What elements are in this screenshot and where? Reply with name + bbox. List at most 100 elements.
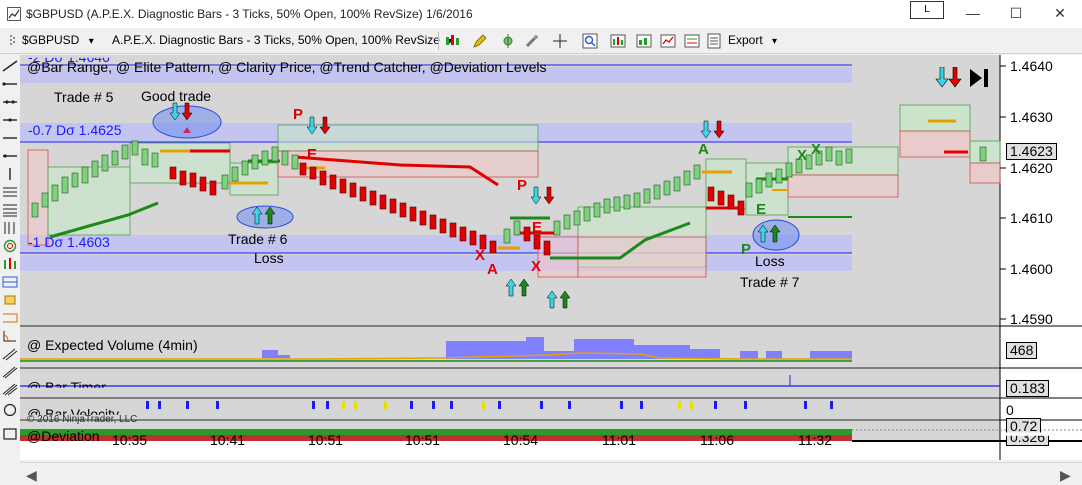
down-bar (299, 162, 307, 176)
chevron-down-icon: ▾ (88, 36, 94, 47)
gann-fan-icon[interactable] (2, 293, 18, 307)
magnet-icon[interactable] (524, 33, 540, 49)
andrews-icon[interactable] (2, 311, 18, 325)
chart-trader-icon[interactable] (684, 33, 700, 49)
up-bar (693, 164, 701, 180)
chart-nav-controls[interactable] (934, 67, 994, 91)
bar-style-icon[interactable] (444, 33, 460, 49)
vertical-line-icon[interactable] (2, 167, 18, 181)
time-axis-label: 11:01 (602, 432, 636, 448)
parallel-lines-icon[interactable] (2, 365, 18, 379)
velocity-bar (354, 401, 357, 409)
export-menu[interactable]: Export ▾ (728, 33, 777, 47)
signal-e: E (532, 219, 543, 236)
strategies-icon[interactable] (660, 33, 676, 49)
indicators-icon[interactable] (636, 33, 652, 49)
price-axis-label: 1.4590 (1010, 311, 1053, 327)
up-bar (261, 150, 269, 166)
down-bar (349, 182, 357, 198)
time-axis-label: 10:35 (112, 432, 148, 448)
signal-p: P (293, 106, 304, 123)
down-bar (419, 210, 427, 226)
window-title: $GBPUSD (A.P.E.X. Diagnostic Bars - 3 Ti… (26, 7, 473, 21)
down-bar (727, 194, 735, 210)
ellipse-tool-icon[interactable] (2, 403, 18, 417)
data-box-icon[interactable] (610, 33, 626, 49)
up-bar (31, 202, 39, 218)
velocity-bar (216, 401, 219, 409)
chart-panel[interactable]: @Bar Range, @ Elite Pattern, @ Clarity P… (20, 55, 1082, 460)
velocity-bar (342, 401, 345, 409)
up-bar (613, 196, 621, 212)
trade7-label: Trade # 7 (740, 274, 800, 290)
pencil-icon[interactable] (472, 33, 488, 49)
arrow-line-icon[interactable] (2, 113, 18, 127)
bar-type-selector[interactable]: A.P.E.X. Diagnostic Bars - 3 Ticks, 50% … (112, 33, 452, 47)
velocity-bar (690, 401, 693, 409)
signal-p: P (741, 241, 752, 258)
down-bar (169, 166, 177, 180)
fib-time-icon[interactable] (2, 221, 18, 235)
up-bar (241, 160, 249, 176)
properties-icon[interactable] (706, 33, 722, 49)
velocity-bar (326, 401, 329, 409)
down-bar (199, 176, 207, 192)
up-bar (563, 214, 571, 230)
angle-tool-icon[interactable] (2, 329, 18, 343)
risk-reward-icon[interactable] (2, 382, 18, 396)
trend-channel-icon[interactable] (2, 347, 18, 361)
deviation-pane-title: @Deviation (27, 428, 100, 444)
up-bar (281, 150, 289, 166)
good-trade-label: Good trade (141, 88, 212, 104)
regression-channel-icon[interactable] (2, 275, 18, 289)
extended-line-icon[interactable] (2, 95, 18, 109)
scroll-right-icon[interactable]: ▶ (1060, 467, 1071, 484)
up-bar (151, 152, 159, 168)
velocity-bar (678, 401, 681, 409)
pitchfork-icon[interactable] (2, 257, 18, 271)
crosshair-pin-icon[interactable] (500, 33, 516, 49)
horizontal-scrollbar[interactable]: ◀ ▶ (20, 462, 1082, 485)
up-bar (825, 146, 833, 162)
down-bar (439, 218, 447, 234)
up-bar (573, 210, 581, 226)
fib-circle-icon[interactable] (2, 239, 18, 253)
minimize-button[interactable]: — (962, 4, 984, 22)
chart-window: $GBPUSD (A.P.E.X. Diagnostic Bars - 3 Ti… (0, 0, 1082, 485)
up-bar (979, 146, 987, 162)
up-bar (251, 154, 259, 170)
up-bar (835, 150, 843, 166)
velocity-bar (620, 401, 623, 409)
price-chart-canvas[interactable] (20, 55, 1082, 460)
velocity-bar (804, 401, 807, 409)
volume-pane-title: @ Expected Volume (4min) (27, 337, 198, 353)
trade5-label: Trade # 5 (54, 89, 114, 105)
close-button[interactable]: ✕ (1049, 4, 1071, 22)
scroll-left-icon[interactable]: ◀ (26, 467, 37, 484)
horizontal-line-icon[interactable] (2, 131, 18, 145)
trade7-loss-label: Loss (755, 253, 785, 269)
link-button[interactable]: L (910, 1, 944, 19)
export-label: Export (728, 33, 763, 47)
instrument-selector[interactable]: $GBPUSD ▾ (22, 33, 94, 47)
up-bar (593, 202, 601, 218)
signal-a: A (487, 261, 498, 278)
price-axis-label: 1.4610 (1010, 210, 1053, 226)
crosshair-icon[interactable] (552, 33, 568, 49)
line-tool-icon[interactable] (2, 59, 18, 73)
fib-retracement-icon[interactable] (2, 185, 18, 199)
zoom-icon[interactable] (582, 33, 598, 49)
copyright-label: © 2016 NinjaTrader, LLC (27, 414, 138, 425)
signal-e: E (307, 146, 318, 163)
up-bar (111, 150, 119, 166)
horizontal-ray-icon[interactable] (2, 149, 18, 163)
fib-extension-icon[interactable] (2, 203, 18, 217)
last-price-flag: 1.4623 (1006, 143, 1057, 160)
rectangle-tool-icon[interactable] (2, 427, 18, 441)
deviation-label-upper: -0.7 Dσ 1.4625 (28, 122, 122, 138)
ray-tool-icon[interactable] (2, 77, 18, 91)
up-bar (503, 228, 511, 244)
up-bar (131, 140, 139, 156)
down-bar (189, 172, 197, 188)
maximize-button[interactable]: ☐ (1005, 4, 1027, 22)
